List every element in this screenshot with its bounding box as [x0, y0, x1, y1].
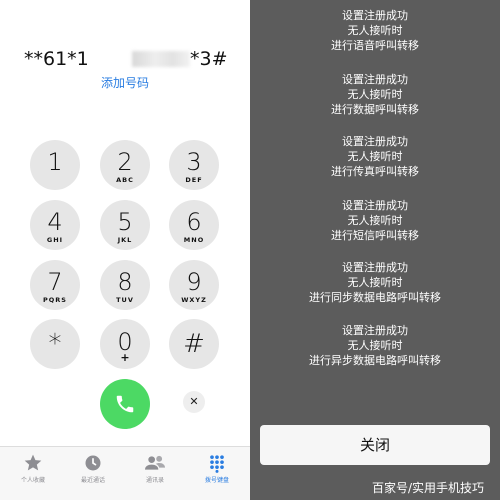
key-3[interactable]: 3 DEF — [169, 140, 219, 190]
keypad-icon — [210, 455, 224, 473]
key-7[interactable]: 7 PQRS — [30, 260, 80, 310]
tab-contacts[interactable]: 通讯录 — [130, 453, 180, 484]
tab-favorites[interactable]: 个人收藏 — [8, 453, 58, 484]
dialed-number: **61*1 *3# — [0, 48, 250, 72]
key-1[interactable]: 1 — [30, 140, 80, 190]
close-button[interactable]: 关闭 — [260, 425, 490, 465]
key-6[interactable]: 6 MNO — [169, 200, 219, 250]
key-8[interactable]: 8 TUV — [100, 260, 150, 310]
star-icon — [24, 454, 42, 471]
call-button[interactable] — [100, 379, 150, 429]
delete-button[interactable]: ✕ — [183, 391, 205, 413]
close-icon: ✕ — [189, 395, 199, 408]
dialed-number-prefix: **61*1 — [24, 48, 89, 70]
forwarding-result-panel: 设置注册成功 无人接听时 进行语音呼叫转移 设置注册成功 无人接听时 进行数据呼… — [250, 0, 500, 500]
key-4[interactable]: 4 GHI — [30, 200, 80, 250]
contacts-icon — [145, 455, 165, 470]
result-message-sms: 设置注册成功 无人接听时 进行短信呼叫转移 — [331, 199, 419, 242]
result-message-async-data: 设置注册成功 无人接听时 进行异步数据电路呼叫转移 — [309, 324, 441, 367]
result-message-voice: 设置注册成功 无人接听时 进行语音呼叫转移 — [331, 9, 419, 52]
key-2[interactable]: 2 ABC — [100, 140, 150, 190]
key-5[interactable]: 5 JKL — [100, 200, 150, 250]
tab-recents[interactable]: 最近通话 — [68, 453, 118, 484]
clock-icon — [85, 455, 101, 471]
redacted-number-blur — [132, 51, 190, 67]
key-0[interactable]: 0 + — [100, 319, 150, 369]
key-hash[interactable]: # — [169, 319, 219, 369]
key-9[interactable]: 9 WXYZ — [169, 260, 219, 310]
key-star[interactable]: * — [30, 319, 80, 369]
tab-keypad[interactable]: 拨号键盘 — [192, 453, 242, 484]
tab-bar: 个人收藏 最近通话 通讯录 拨号键盘 — [0, 446, 250, 500]
watermark: 百家号/实用手机技巧 — [372, 481, 485, 495]
result-message-data: 设置注册成功 无人接听时 进行数据呼叫转移 — [331, 73, 419, 116]
result-message-sync-data: 设置注册成功 无人接听时 进行同步数据电路呼叫转移 — [309, 261, 441, 304]
add-number-link[interactable]: 添加号码 — [0, 74, 250, 91]
dialer-screen: **61*1 *3# 添加号码 1 2 ABC 3 DEF 4 GHI 5 JK… — [0, 0, 250, 500]
phone-icon — [116, 395, 134, 413]
result-message-fax: 设置注册成功 无人接听时 进行传真呼叫转移 — [331, 135, 419, 178]
dialed-number-suffix: *3# — [190, 48, 228, 70]
